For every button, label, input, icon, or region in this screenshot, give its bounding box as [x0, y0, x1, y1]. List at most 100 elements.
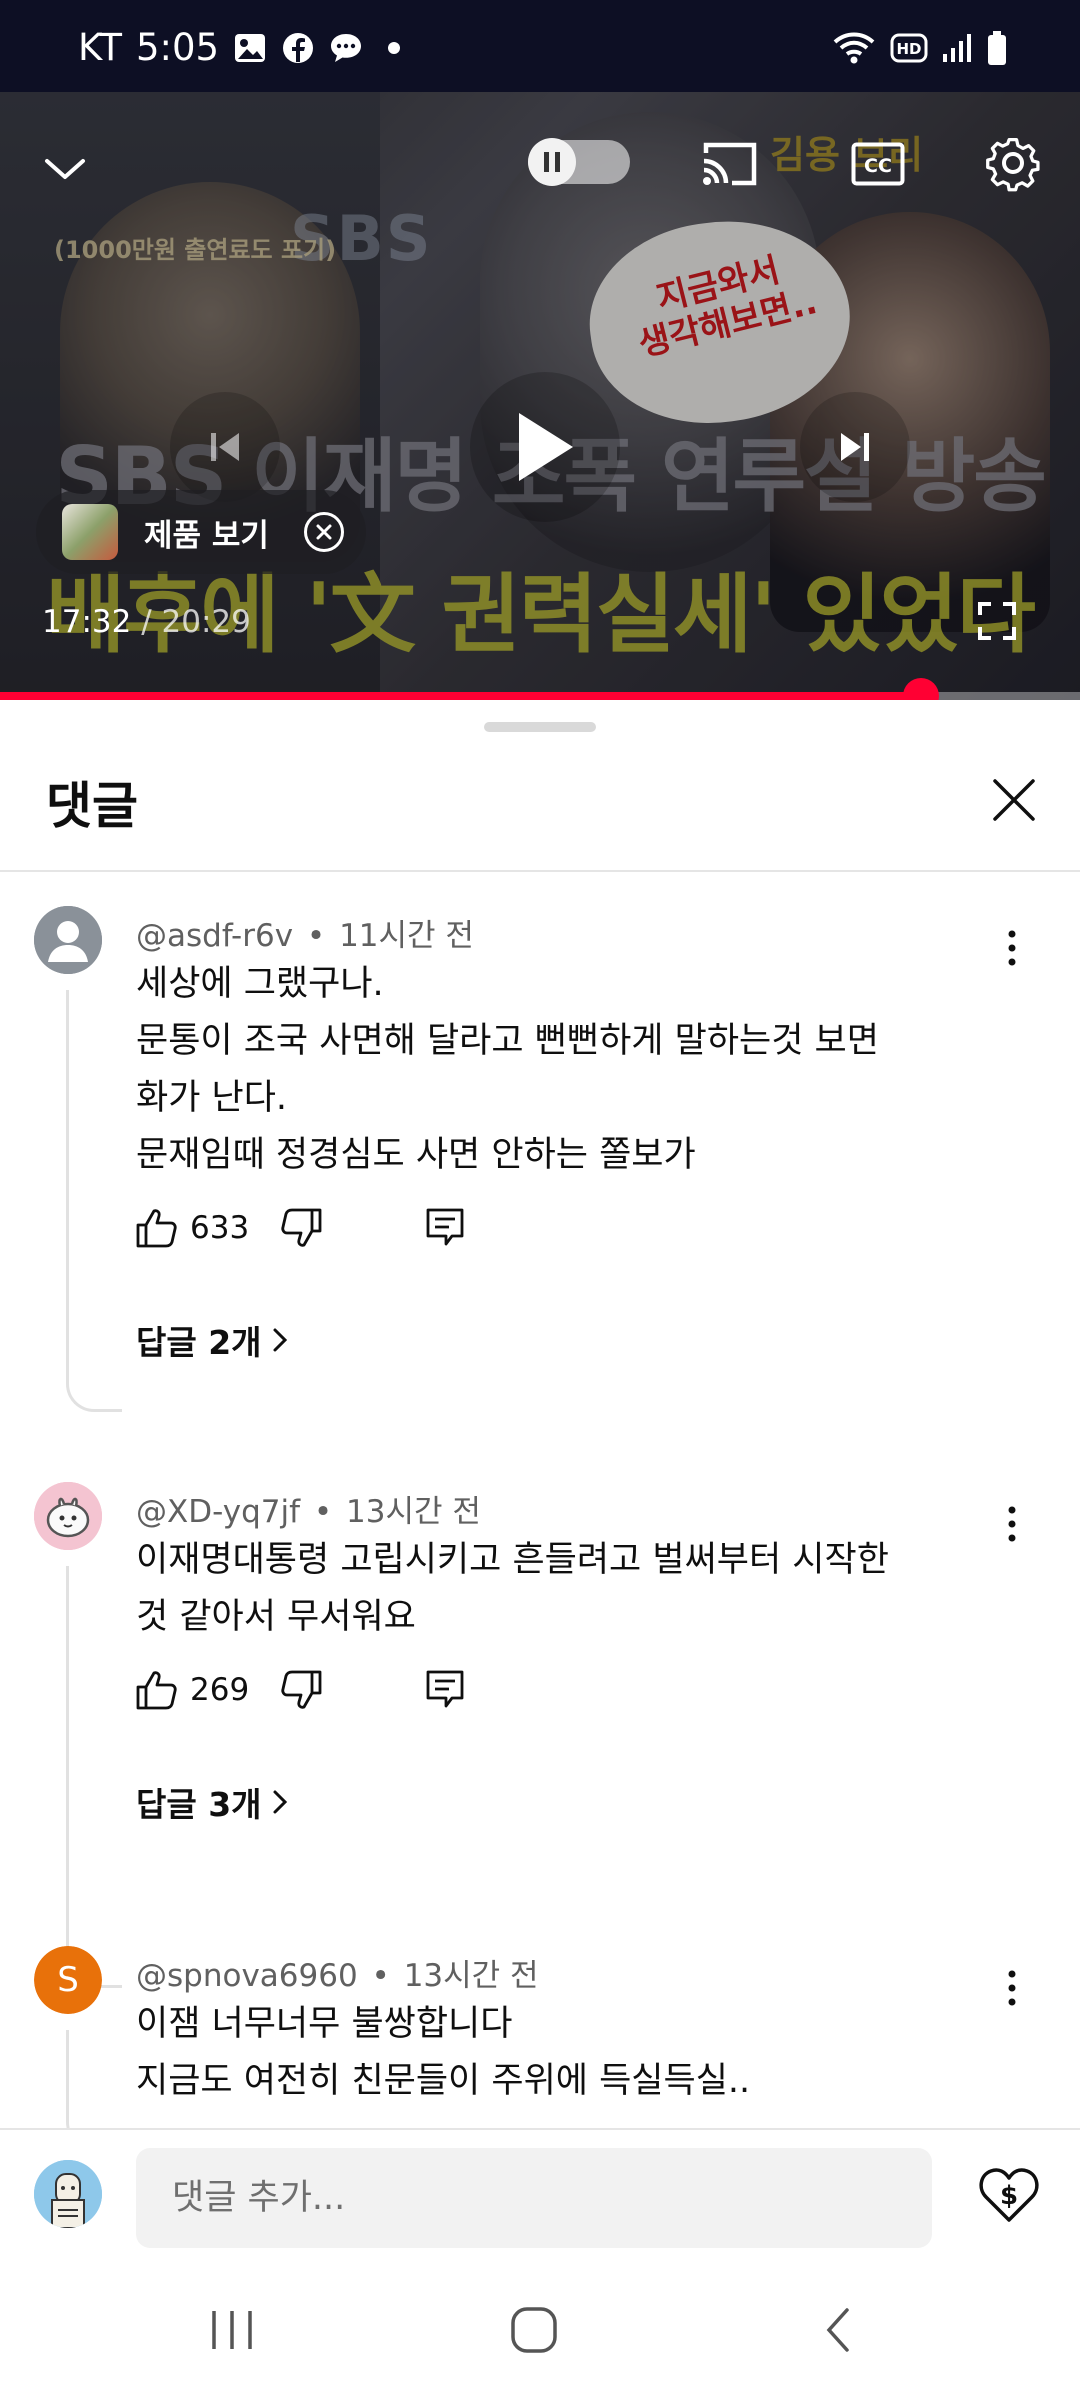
- comment-author[interactable]: @asdf-r6v: [136, 918, 293, 954]
- super-thanks-button[interactable]: $: [974, 2160, 1044, 2230]
- recent-apps-button[interactable]: [192, 2290, 272, 2370]
- reply-icon: [426, 1670, 464, 1708]
- meta-separator: •: [306, 918, 326, 954]
- comment-time: 13시간 전: [403, 1958, 539, 1994]
- fullscreen-icon: [978, 602, 1016, 640]
- comment-meta: @spnova6960 • 13시간 전: [136, 1950, 539, 1995]
- chat-icon: [329, 31, 363, 65]
- comment-text: 세상에 그랬구나. 문통이 조국 사면해 달라고 뻔뻔하게 말하는것 보면 화가…: [136, 964, 879, 1175]
- thumbs-up-icon: [136, 1209, 177, 1248]
- close-icon: [993, 779, 1035, 821]
- avatar[interactable]: [34, 1482, 102, 1550]
- dislike-button[interactable]: [280, 1198, 322, 1258]
- play-icon: [519, 413, 573, 481]
- video-player[interactable]: SBS (1000만원 출연료도 포기) 김용 브리 지금와서 생각해보면.. …: [0, 92, 1080, 700]
- comments-sheet: 댓글 @asdf-r6v • 11시간 전 세상에 그랬구나. 문통이 조국 사…: [0, 700, 1080, 2150]
- recents-icon: [212, 2311, 252, 2349]
- comment-actions: 633: [136, 1198, 464, 1258]
- comment-meta: @asdf-r6v • 11시간 전: [136, 910, 474, 955]
- navigation-bar: [0, 2260, 1080, 2400]
- home-icon: [511, 2307, 557, 2353]
- like-button[interactable]: 269: [136, 1660, 280, 1720]
- cast-icon: [703, 142, 757, 186]
- gear-icon: [986, 137, 1040, 192]
- divider: [0, 870, 1080, 872]
- view-products-chip[interactable]: 제품 보기: [36, 490, 366, 574]
- thread-line: [66, 990, 122, 1412]
- comment-time: 11시간 전: [339, 918, 474, 954]
- progress-bar[interactable]: [0, 678, 1080, 714]
- my-avatar: [34, 2160, 102, 2228]
- autoplay-toggle[interactable]: [528, 138, 630, 186]
- avatar-letter: S: [34, 1946, 102, 2014]
- comment-time: 13시간 전: [346, 1494, 481, 1530]
- skip-previous-icon: [211, 433, 239, 461]
- reply-button[interactable]: [426, 1660, 464, 1720]
- thumbs-down-icon: [281, 1670, 322, 1709]
- skip-next-icon: [841, 433, 869, 461]
- captions-button[interactable]: CC: [850, 140, 906, 188]
- home-button[interactable]: [494, 2290, 574, 2370]
- battery-icon: [986, 30, 1008, 70]
- view-replies-button[interactable]: 답글 2개: [136, 1316, 288, 1364]
- duration: 20:29: [161, 604, 251, 640]
- dot-icon: [377, 31, 411, 65]
- more-vert-icon: [1008, 930, 1016, 966]
- cast-button[interactable]: [698, 136, 762, 192]
- thread-line: [66, 1566, 122, 1988]
- comment-more-button[interactable]: [990, 1960, 1034, 2016]
- character-avatar-icon: [34, 1482, 102, 1550]
- sheet-title: 댓글: [46, 777, 138, 835]
- comment-author[interactable]: @XD-yq7jf: [136, 1494, 300, 1530]
- facebook-icon: [281, 31, 315, 65]
- fullscreen-button[interactable]: [972, 596, 1022, 646]
- default-avatar-icon: [34, 906, 102, 974]
- settings-button[interactable]: [982, 132, 1044, 194]
- wifi-icon: [832, 30, 876, 70]
- comment-text: 이재명대통령 고립시키고 흔들려고 벌써부터 시작한 것 같아서 무서워요: [136, 1540, 889, 1637]
- more-vert-icon: [1008, 1970, 1016, 2006]
- hd-icon: HD: [890, 33, 928, 67]
- time-separator: /: [131, 604, 162, 640]
- gallery-icon: [233, 31, 267, 65]
- comment-input[interactable]: [136, 2148, 932, 2248]
- chevron-down-icon: [45, 159, 85, 179]
- carrier-label: KT: [78, 26, 122, 69]
- drag-handle[interactable]: [484, 722, 596, 732]
- previous-button[interactable]: [170, 392, 280, 502]
- thumbs-down-icon: [281, 1208, 322, 1247]
- reply-button[interactable]: [426, 1198, 464, 1258]
- pause-icon: [528, 138, 576, 186]
- next-button[interactable]: [800, 392, 910, 502]
- avatar[interactable]: [34, 906, 102, 974]
- status-bar: KT 5:05 HD: [0, 0, 1080, 92]
- svg-text:HD: HD: [896, 40, 921, 58]
- current-time: 17:32: [42, 604, 132, 640]
- heart-dollar-icon: $: [979, 2168, 1039, 2222]
- svg-text:CC: CC: [864, 155, 892, 177]
- more-vert-icon: [1008, 1506, 1016, 1542]
- signal-icon: [942, 32, 972, 68]
- back-button[interactable]: [798, 2290, 878, 2370]
- time-display: 17:32 / 20:29: [42, 604, 251, 640]
- comment-text: 이잼 너무너무 불쌍합니다 지금도 여전히 친문들이 주위에 득실득실..: [136, 2004, 751, 2101]
- view-replies-button[interactable]: 답글 3개: [136, 1778, 288, 1826]
- comment-more-button[interactable]: [990, 1496, 1034, 1552]
- minimize-button[interactable]: [40, 144, 90, 194]
- close-comments-button[interactable]: [984, 770, 1044, 830]
- meta-separator: •: [313, 1494, 333, 1530]
- comment-actions: 269: [136, 1660, 464, 1720]
- play-button[interactable]: [470, 372, 620, 522]
- meta-separator: •: [371, 1958, 390, 1994]
- svg-text:$: $: [1000, 2181, 1018, 2211]
- comment-author[interactable]: @spnova6960: [136, 1958, 358, 1994]
- avatar[interactable]: S: [34, 1946, 102, 2014]
- chevron-right-icon: [273, 1328, 287, 1352]
- chevron-right-icon: [273, 1790, 287, 1814]
- close-icon[interactable]: [304, 512, 344, 552]
- user-avatar-icon: [34, 2160, 102, 2228]
- comment-more-button[interactable]: [990, 920, 1034, 976]
- like-button[interactable]: 633: [136, 1198, 280, 1258]
- dislike-button[interactable]: [280, 1660, 322, 1720]
- like-count: 633: [190, 1210, 250, 1246]
